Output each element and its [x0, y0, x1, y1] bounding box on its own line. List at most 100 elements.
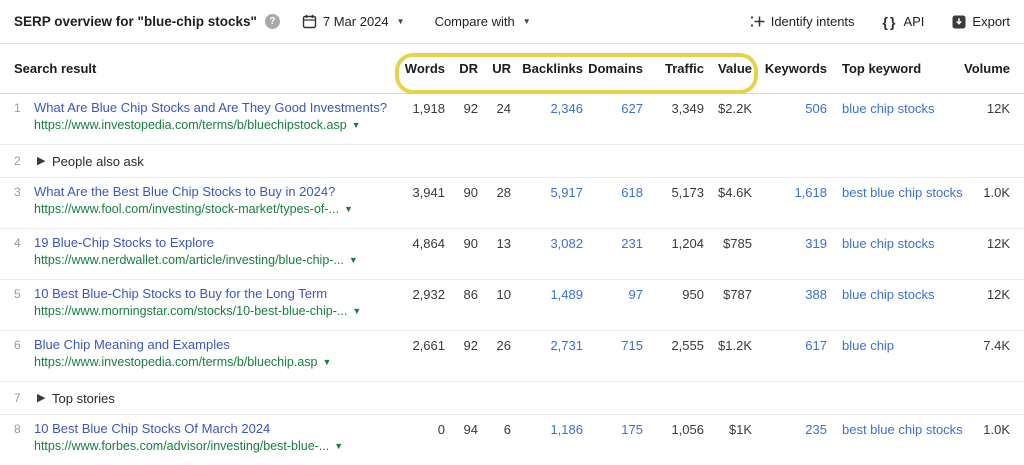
url-dropdown-caret-icon[interactable]: ▼ [349, 256, 358, 265]
backlinks-link[interactable]: 3,082 [550, 236, 583, 251]
date-picker-button[interactable]: 7 Mar 2024 ▼ [302, 14, 405, 29]
col-header-domains: Domains [588, 61, 643, 76]
volume-cell: 1.0K [983, 185, 1010, 200]
row-number: 3 [14, 185, 21, 199]
result-title-link[interactable]: 19 Blue-Chip Stocks to Explore [34, 234, 358, 251]
row-number: 4 [14, 236, 21, 250]
backlinks-link[interactable]: 2,731 [550, 338, 583, 353]
domains-link[interactable]: 175 [621, 422, 643, 437]
serp-feature-label[interactable]: People also ask [52, 154, 144, 169]
table-row: 4 19 Blue-Chip Stocks to Explore https:/… [0, 229, 1024, 280]
row-number: 7 [14, 391, 21, 405]
keywords-link[interactable]: 617 [805, 338, 827, 353]
col-header-traffic: Traffic [665, 61, 704, 76]
export-button[interactable]: Export [952, 14, 1010, 29]
volume-cell: 12K [987, 287, 1010, 302]
ur-cell: 26 [497, 338, 511, 353]
keywords-link[interactable]: 319 [805, 236, 827, 251]
domains-link[interactable]: 618 [621, 185, 643, 200]
result-url-link[interactable]: https://www.nerdwallet.com/article/inves… [34, 252, 344, 268]
domains-link[interactable]: 715 [621, 338, 643, 353]
identify-intents-button[interactable]: Identify intents [750, 14, 855, 29]
table-row: 1 What Are Blue Chip Stocks and Are They… [0, 94, 1024, 145]
row-number: 5 [14, 287, 21, 301]
value-cell: $4.6K [718, 185, 752, 200]
top-keyword-link[interactable]: blue chip stocks [842, 287, 935, 302]
result-url-link[interactable]: https://www.investopedia.com/terms/b/blu… [34, 354, 317, 370]
value-cell: $1K [729, 422, 752, 437]
result-url-link[interactable]: https://www.forbes.com/advisor/investing… [34, 438, 329, 454]
serp-feature-row: 2 ▶ People also ask [0, 145, 1024, 178]
words-cell: 2,932 [412, 287, 445, 302]
volume-cell: 7.4K [983, 338, 1010, 353]
words-cell: 1,918 [412, 101, 445, 116]
result-title-link[interactable]: 10 Best Blue Chip Stocks Of March 2024 [34, 420, 343, 437]
dr-cell: 92 [464, 101, 478, 116]
value-cell: $1.2K [718, 338, 752, 353]
words-cell: 3,941 [412, 185, 445, 200]
ur-cell: 13 [497, 236, 511, 251]
curly-braces-icon: {} [883, 14, 898, 30]
url-dropdown-caret-icon[interactable]: ▼ [344, 205, 353, 214]
top-keyword-link[interactable]: best blue chip stocks [842, 422, 963, 437]
result-title-link[interactable]: 10 Best Blue-Chip Stocks to Buy for the … [34, 285, 361, 302]
col-header-volume: Volume [964, 61, 1010, 76]
keywords-link[interactable]: 1,618 [794, 185, 827, 200]
traffic-cell: 2,555 [671, 338, 704, 353]
traffic-cell: 1,056 [671, 422, 704, 437]
col-header-value: Value [718, 61, 752, 76]
value-cell: $785 [723, 236, 752, 251]
backlinks-link[interactable]: 5,917 [550, 185, 583, 200]
compare-with-button[interactable]: Compare with ▼ [435, 14, 531, 29]
compare-with-label: Compare with [435, 14, 515, 29]
table-row: 6 Blue Chip Meaning and Examples https:/… [0, 331, 1024, 382]
result-url-link[interactable]: https://www.investopedia.com/terms/b/blu… [34, 117, 347, 133]
ur-cell: 28 [497, 185, 511, 200]
calendar-icon [302, 14, 317, 29]
ur-cell: 10 [497, 287, 511, 302]
result-title-link[interactable]: What Are Blue Chip Stocks and Are They G… [34, 99, 387, 116]
top-keyword-link[interactable]: blue chip stocks [842, 236, 935, 251]
words-cell: 4,864 [412, 236, 445, 251]
ur-cell: 6 [504, 422, 511, 437]
result-url-link[interactable]: https://www.morningstar.com/stocks/10-be… [34, 303, 347, 319]
ur-cell: 24 [497, 101, 511, 116]
search-result-cell: What Are the Best Blue Chip Stocks to Bu… [34, 183, 353, 217]
keywords-link[interactable]: 506 [805, 101, 827, 116]
search-result-cell: What Are Blue Chip Stocks and Are They G… [34, 99, 387, 133]
url-dropdown-caret-icon[interactable]: ▼ [352, 121, 361, 130]
result-title-link[interactable]: Blue Chip Meaning and Examples [34, 336, 331, 353]
dr-cell: 94 [464, 422, 478, 437]
serp-feature-row: 7 ▶ Top stories [0, 382, 1024, 415]
help-icon[interactable]: ? [265, 14, 280, 29]
expand-triangle-icon[interactable]: ▶ [37, 154, 45, 167]
url-dropdown-caret-icon[interactable]: ▼ [322, 358, 331, 367]
result-title-link[interactable]: What Are the Best Blue Chip Stocks to Bu… [34, 183, 353, 200]
backlinks-link[interactable]: 1,186 [550, 422, 583, 437]
top-keyword-link[interactable]: blue chip stocks [842, 101, 935, 116]
domains-link[interactable]: 627 [621, 101, 643, 116]
top-keyword-link[interactable]: best blue chip stocks [842, 185, 963, 200]
row-number: 8 [14, 422, 21, 436]
result-url-link[interactable]: https://www.fool.com/investing/stock-mar… [34, 201, 339, 217]
keywords-link[interactable]: 235 [805, 422, 827, 437]
expand-triangle-icon[interactable]: ▶ [37, 391, 45, 404]
domains-link[interactable]: 231 [621, 236, 643, 251]
col-header-keywords: Keywords [765, 61, 827, 76]
backlinks-link[interactable]: 1,489 [550, 287, 583, 302]
url-dropdown-caret-icon[interactable]: ▼ [334, 442, 343, 451]
url-dropdown-caret-icon[interactable]: ▼ [352, 307, 361, 316]
col-header-top-keyword: Top keyword [842, 61, 921, 76]
backlinks-link[interactable]: 2,346 [550, 101, 583, 116]
traffic-cell: 950 [682, 287, 704, 302]
domains-link[interactable]: 97 [629, 287, 643, 302]
col-header-ur: UR [492, 61, 511, 76]
serp-feature-label[interactable]: Top stories [52, 391, 115, 406]
table-row: 5 10 Best Blue-Chip Stocks to Buy for th… [0, 280, 1024, 331]
top-keyword-link[interactable]: blue chip [842, 338, 894, 353]
keywords-link[interactable]: 388 [805, 287, 827, 302]
dr-cell: 90 [464, 185, 478, 200]
chevron-down-icon: ▼ [523, 18, 531, 26]
col-header-backlinks: Backlinks [522, 61, 583, 76]
api-button[interactable]: {} API [883, 14, 925, 30]
